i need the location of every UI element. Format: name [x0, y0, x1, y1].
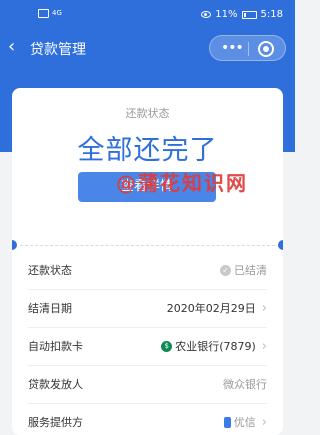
row-label: 还款状态: [28, 264, 72, 277]
more-options-icon[interactable]: •••: [221, 39, 244, 57]
row-label: 结清日期: [28, 302, 72, 315]
row-value: ✓ 已结清: [220, 262, 267, 278]
left-notch: [12, 240, 17, 250]
page-title: 贷款管理: [30, 42, 86, 58]
row-loan-issuer: 贷款发放人 微众银行: [28, 366, 267, 404]
clock-time: 5:18: [260, 9, 283, 20]
navigation-header: ‹ 贷款管理 •••: [0, 32, 295, 64]
row-auto-debit-card[interactable]: 自动扣款卡 $ 农业银行(7879) ›: [28, 328, 267, 366]
dashed-divider: [20, 245, 275, 246]
row-service-provider[interactable]: 服务提供方 优信 ›: [28, 404, 267, 435]
row-label: 贷款发放人: [28, 378, 83, 391]
network-signal-label: 4G: [52, 9, 62, 17]
back-icon[interactable]: ‹: [8, 37, 15, 57]
phone-icon: [223, 416, 231, 428]
repayment-status-text: 全部还完了: [77, 135, 218, 166]
battery-percentage: 11%: [215, 9, 238, 20]
watermark: @蒲花知识网: [116, 171, 248, 195]
battery-icon: [241, 10, 257, 19]
sim-card-icon: [38, 9, 49, 18]
chevron-right-icon: ›: [261, 414, 267, 430]
check-icon: ✓: [220, 264, 231, 276]
record-icon[interactable]: [258, 41, 274, 57]
repayment-status-label: 还款状态: [125, 107, 170, 120]
chevron-right-icon: ›: [261, 300, 267, 316]
status-bar: 4G 11% 5:18: [0, 0, 295, 32]
settled-text: 已结清: [234, 264, 267, 277]
settlement-date-text: 2020年02月29日: [166, 302, 256, 315]
eye-icon: [201, 11, 212, 18]
chevron-right-icon: ›: [261, 338, 267, 354]
row-value: $ 农业银行(7879) ›: [161, 338, 267, 354]
row-repayment-status: 还款状态 ✓ 已结清: [28, 252, 267, 290]
mini-program-capsule: •••: [209, 35, 286, 61]
loan-status-card: 还款状态 全部还完了 查看详情 还款状态 ✓ 已结清 结清日期 2020年02月…: [12, 88, 283, 435]
bank-card-text: 农业银行(7879): [175, 340, 256, 353]
bank-logo-icon: $: [161, 340, 173, 352]
row-label: 服务提供方: [28, 416, 83, 429]
row-settlement-date[interactable]: 结清日期 2020年02月29日 ›: [28, 290, 267, 328]
row-value: 2020年02月29日 ›: [167, 300, 267, 316]
row-value: 优信 ›: [223, 414, 267, 430]
row-label: 自动扣款卡: [28, 340, 83, 353]
right-notch: [278, 240, 283, 250]
capsule-divider: [248, 42, 249, 56]
provider-text: 优信: [233, 416, 256, 429]
row-value: 微众银行: [223, 378, 267, 391]
